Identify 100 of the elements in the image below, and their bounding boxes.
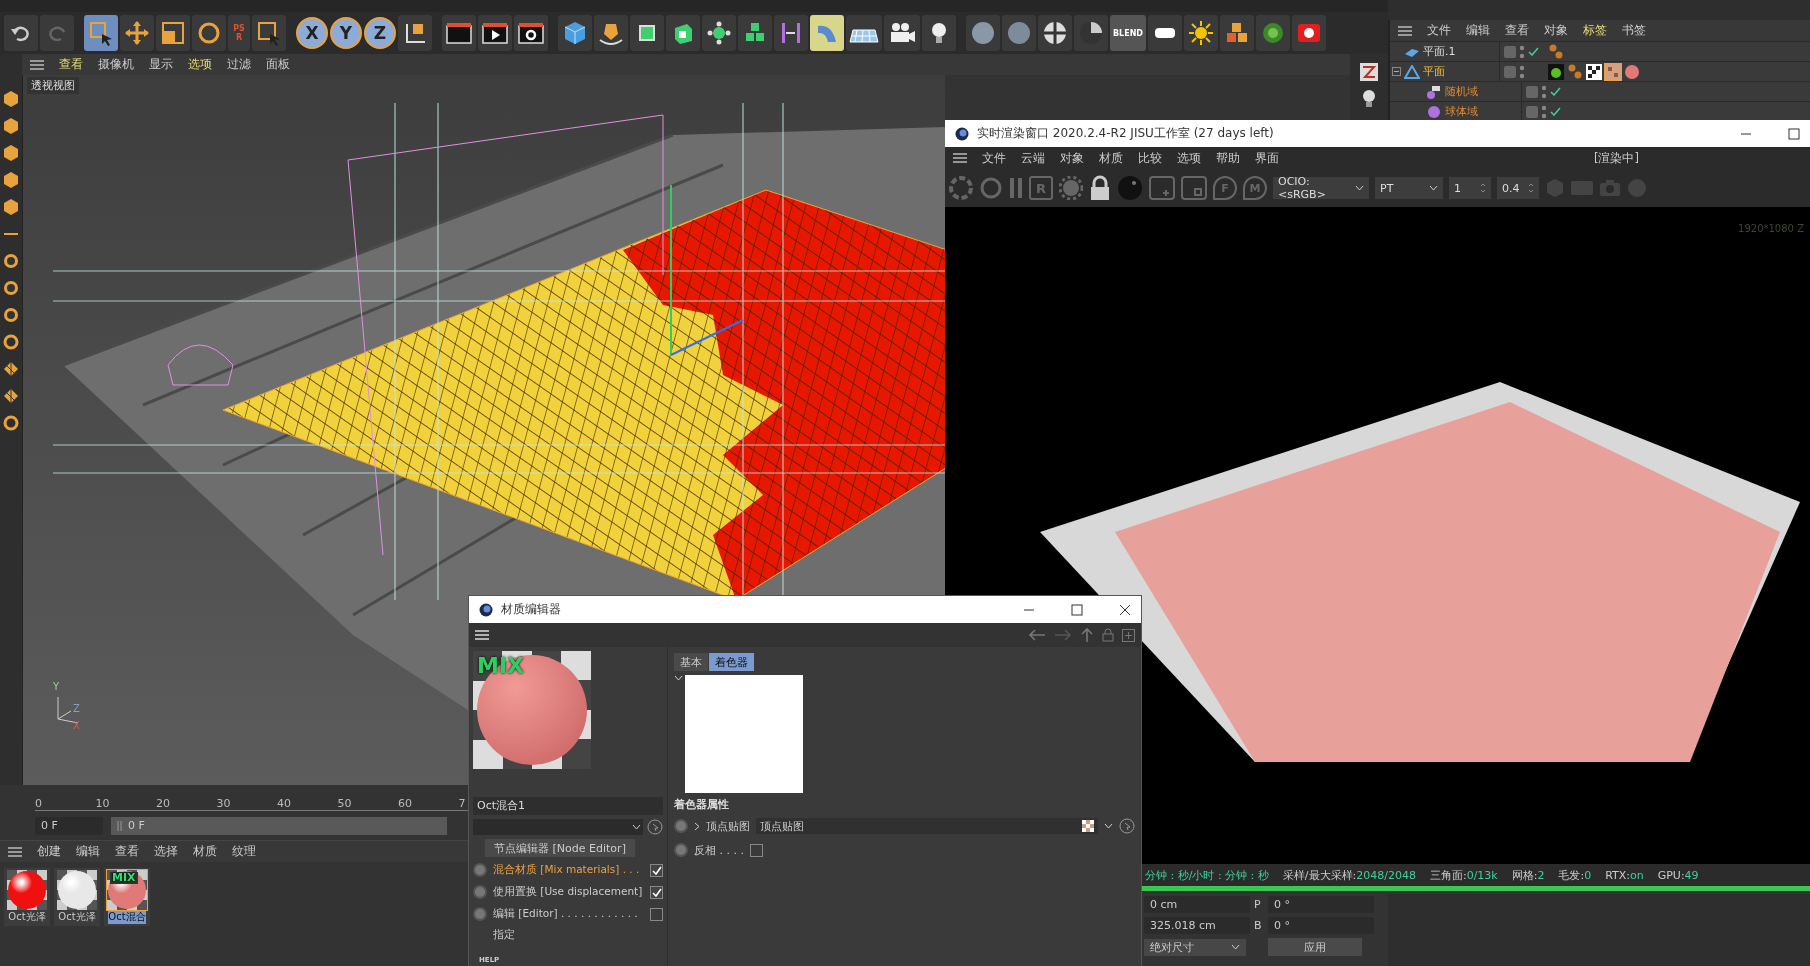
checkmark-icon[interactable] xyxy=(1550,107,1561,116)
cube-icon[interactable] xyxy=(3,144,19,162)
menu-item[interactable]: 材质 xyxy=(1099,150,1123,166)
menu-item[interactable]: 云端 xyxy=(1021,150,1045,166)
render-play-icon[interactable] xyxy=(478,15,512,51)
menu-icon[interactable] xyxy=(8,846,22,857)
blend-button[interactable]: BLEND xyxy=(1110,15,1146,51)
menu-item[interactable]: 比较 xyxy=(1138,150,1162,166)
checkmark-icon[interactable] xyxy=(1550,87,1561,96)
cube-icon[interactable] xyxy=(3,198,19,216)
material-tag-icon[interactable] xyxy=(1624,63,1640,80)
checkbox[interactable] xyxy=(650,863,663,877)
menu-item[interactable]: 查看 xyxy=(1505,23,1529,38)
menu-item[interactable]: 材质 xyxy=(193,844,217,859)
light-bulb-icon[interactable] xyxy=(922,15,956,51)
ring-icon[interactable] xyxy=(3,333,19,351)
cubes-icon[interactable] xyxy=(1220,15,1254,51)
clapperboard-icon[interactable] xyxy=(442,15,476,51)
menu-item[interactable]: 纹理 xyxy=(232,844,256,859)
axis-lock-button[interactable]: X xyxy=(296,17,328,49)
menu-item[interactable]: 编辑 xyxy=(76,844,100,859)
maximize-icon[interactable] xyxy=(1071,603,1083,616)
color-space-dropdown[interactable]: OCIO:<sRGB> xyxy=(1273,177,1369,199)
scale-icon[interactable] xyxy=(156,15,190,51)
size-field[interactable]: 0 cm xyxy=(1144,896,1250,913)
shader-field[interactable]: 顶点贴图 xyxy=(756,818,1098,834)
pick-icon[interactable] xyxy=(1119,818,1135,834)
menu-item[interactable]: 选项 xyxy=(1177,150,1201,166)
checkbox[interactable] xyxy=(650,885,663,899)
object-row[interactable]: 平面 xyxy=(1390,61,1810,81)
material-swatch[interactable]: Oct光泽 xyxy=(4,868,50,926)
material-name-field[interactable]: Oct混合1 xyxy=(473,797,663,815)
measure-icon[interactable] xyxy=(774,15,808,51)
select-icon[interactable] xyxy=(84,15,118,51)
ring-icon[interactable] xyxy=(3,414,19,432)
axis-lock-button[interactable]: Z xyxy=(364,17,396,49)
number-spinner[interactable]: 0.4 xyxy=(1497,177,1539,199)
floor-grid-icon[interactable] xyxy=(846,15,882,51)
cube-icon[interactable] xyxy=(3,171,19,189)
expand-icon[interactable] xyxy=(1392,67,1401,76)
checker-icon[interactable] xyxy=(3,387,19,405)
coordinate-system-icon[interactable] xyxy=(398,15,432,51)
add-region-icon[interactable] xyxy=(1149,176,1175,200)
pause-icon[interactable] xyxy=(1009,176,1023,200)
select-icon[interactable] xyxy=(252,15,286,51)
extrude-icon[interactable] xyxy=(666,15,700,51)
lock-icon[interactable] xyxy=(1089,175,1111,201)
tag-icon[interactable] xyxy=(1567,63,1583,80)
rotation-field[interactable]: 0 ° xyxy=(1268,896,1374,913)
visibility-dots-icon[interactable] xyxy=(1519,64,1525,79)
visibility-dots-icon[interactable] xyxy=(1541,84,1547,99)
menu-item[interactable]: 过滤 xyxy=(227,57,251,72)
object-row[interactable]: 随机域 xyxy=(1390,81,1810,101)
tab[interactable]: 着色器 xyxy=(709,653,754,671)
menu-icon[interactable] xyxy=(953,153,967,163)
menu-item[interactable]: 显示 xyxy=(149,57,173,72)
refresh-icon[interactable] xyxy=(979,176,1003,200)
camera-icon[interactable] xyxy=(884,15,920,51)
rotation-field[interactable]: 0 ° xyxy=(1268,917,1374,934)
render-settings-icon[interactable] xyxy=(514,15,548,51)
rotate-icon[interactable] xyxy=(192,15,226,51)
snap-icon[interactable] xyxy=(3,306,19,324)
menu-item[interactable]: 标签 xyxy=(1583,23,1607,38)
snap-icon[interactable] xyxy=(3,252,19,270)
animation-radio-icon[interactable] xyxy=(473,907,487,921)
menu-icon[interactable] xyxy=(475,630,489,640)
maximize-icon[interactable] xyxy=(1788,127,1800,140)
checker-icon[interactable] xyxy=(3,360,19,378)
checkbox[interactable] xyxy=(650,907,663,921)
leaf-icon[interactable] xyxy=(1256,15,1290,51)
pick-icon[interactable] xyxy=(647,819,663,835)
checkbox[interactable] xyxy=(750,843,763,857)
undo-icon[interactable] xyxy=(4,15,38,51)
cloner-icon[interactable] xyxy=(702,15,736,51)
menu-item[interactable]: 文件 xyxy=(982,150,1006,166)
cube-icon[interactable] xyxy=(558,15,592,51)
menu-item[interactable]: 对象 xyxy=(1060,150,1084,166)
animation-radio-icon[interactable] xyxy=(674,843,688,857)
material-swatch[interactable]: MIX Oct混合 xyxy=(104,868,150,926)
render-view-icon[interactable] xyxy=(1359,62,1379,82)
menu-item[interactable]: 摄像机 xyxy=(98,57,134,72)
tag-icon[interactable] xyxy=(1548,43,1564,60)
menu-item[interactable]: 文件 xyxy=(1427,23,1451,38)
object-row[interactable]: 球体域 xyxy=(1390,101,1810,121)
menu-item[interactable]: 面板 xyxy=(266,57,290,72)
menu-item[interactable]: 查看 xyxy=(115,844,139,859)
axis-lock-button[interactable]: Y xyxy=(330,17,362,49)
visibility-dots-icon[interactable] xyxy=(1541,104,1547,119)
subdivision-icon[interactable] xyxy=(630,15,664,51)
menu-icon[interactable] xyxy=(1398,25,1412,36)
cube-icon[interactable] xyxy=(3,117,19,135)
sun-icon[interactable] xyxy=(1184,15,1218,51)
checker-tag-icon[interactable] xyxy=(1605,63,1621,80)
checkmark-icon[interactable] xyxy=(1528,47,1539,56)
visibility-dots-icon[interactable] xyxy=(1519,44,1525,59)
tag-icon[interactable] xyxy=(1548,63,1564,80)
animation-radio-icon[interactable] xyxy=(473,863,487,877)
menu-item[interactable]: 对象 xyxy=(1544,23,1568,38)
object-row[interactable]: 平面.1 xyxy=(1390,41,1810,61)
animation-radio-icon[interactable] xyxy=(473,885,487,899)
